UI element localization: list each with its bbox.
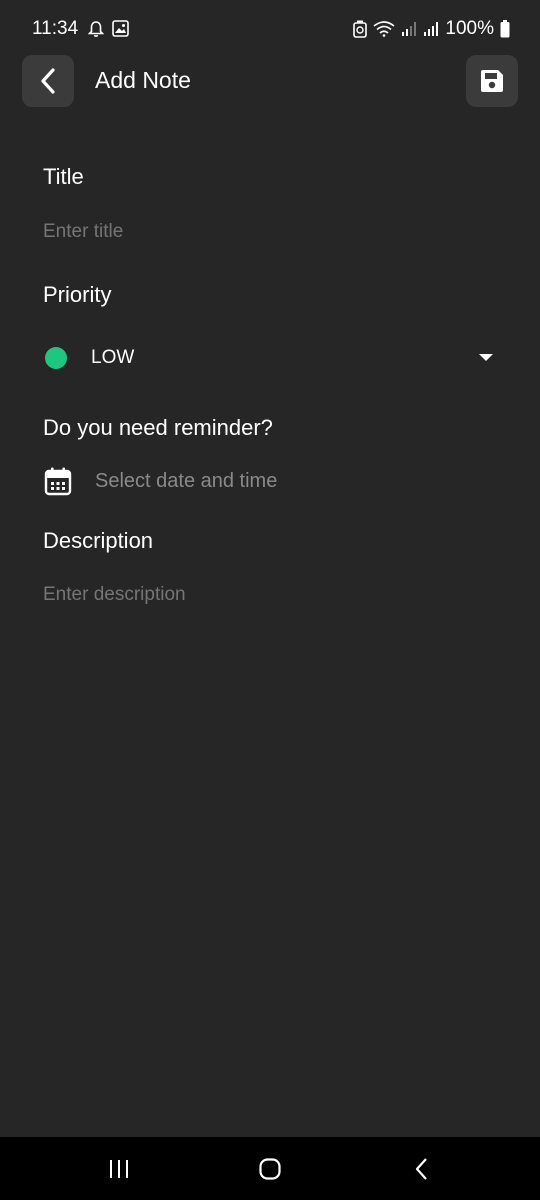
reminder-date-picker[interactable]: Select date and time [43, 462, 277, 500]
save-button[interactable] [466, 55, 518, 107]
app-header: Add Note [0, 55, 540, 107]
back-arrow-icon [415, 1158, 427, 1180]
battery-icon [500, 20, 510, 38]
back-button[interactable] [22, 55, 74, 107]
priority-label: Priority [43, 282, 112, 307]
system-navigation-bar [0, 1137, 540, 1200]
priority-dropdown[interactable]: LOW [43, 340, 503, 376]
home-button[interactable] [250, 1151, 290, 1187]
reminder-label: Do you need reminder? [43, 415, 273, 440]
status-right-group: 100% [353, 18, 510, 40]
wifi-icon [373, 21, 395, 37]
priority-selected-value: LOW [91, 347, 135, 368]
home-icon [259, 1158, 281, 1180]
status-bar: 11:34 100% [0, 0, 540, 60]
floppy-disk-icon [481, 70, 503, 92]
chevron-left-icon [41, 68, 55, 94]
status-time: 11:34 [32, 18, 79, 39]
recent-apps-button[interactable] [99, 1151, 139, 1187]
title-label: Title [43, 164, 84, 189]
calendar-icon [44, 467, 72, 496]
priority-color-indicator [45, 347, 67, 369]
status-notification-icons [88, 20, 129, 38]
signal-icon-2 [424, 22, 439, 36]
nav-back-button[interactable] [402, 1151, 442, 1187]
description-label: Description [43, 528, 154, 553]
bell-icon [88, 21, 104, 37]
signal-icon-1 [402, 22, 417, 36]
data-saver-icon [353, 20, 368, 38]
description-input[interactable] [43, 582, 503, 608]
reminder-placeholder: Select date and time [95, 469, 278, 492]
recent-apps-icon [110, 1160, 128, 1178]
image-icon [112, 20, 129, 37]
page-title: Add Note [95, 67, 191, 93]
title-input[interactable] [43, 219, 503, 245]
battery-percentage: 100% [445, 18, 494, 39]
caret-down-icon [479, 354, 493, 361]
